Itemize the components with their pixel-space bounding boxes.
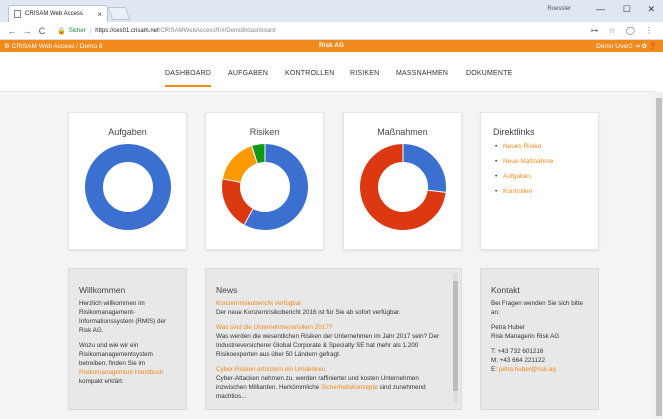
link-neue-massnahme[interactable]: Neue Maßnahme (495, 158, 553, 165)
willkommen-body: Herzlich willkommen im Risikomanagement-… (79, 299, 179, 392)
direktlinks-card: Direktlinks Neues Risiko Neue Maßnahme A… (480, 112, 599, 250)
kontakt-role: Risk Managerin Risk AG (491, 333, 560, 340)
app-header-bar: ⚙ CRISAM Web Access / Demo 8 Risk AG Dem… (0, 40, 663, 52)
nav-kontrollen[interactable]: KONTROLLEN (285, 70, 334, 77)
link-kontrollen[interactable]: Kontrollen (495, 188, 553, 195)
handbook-link[interactable]: Risikomanagement Handbuch (79, 369, 163, 376)
kontakt-phone: T: +43 732 601216 (491, 348, 544, 355)
news-scrollbar[interactable] (453, 273, 458, 403)
kontakt-title: Kontakt (491, 285, 520, 295)
forward-icon[interactable]: → (21, 26, 33, 36)
news-item-text: Cyber-Attacken nehmen zu, werden raffini… (216, 374, 448, 401)
link-neues-risiko[interactable]: Neues Risiko (495, 143, 553, 150)
news-item-text: Der neue Konzernrisikobericht 2016 ist f… (216, 309, 401, 316)
kontakt-mobile: M: +43 664 221122 (491, 357, 545, 364)
main-nav: DASHBOARD AUFGABEN KONTROLLEN RISIKEN MA… (0, 52, 655, 92)
maximize-button[interactable]: ☐ (623, 4, 631, 15)
page-icon (14, 10, 21, 18)
company-name: Risk AG (318, 42, 345, 49)
risiken-title: Risiken (249, 127, 280, 137)
nav-aufgaben[interactable]: AUFGABEN (228, 70, 268, 77)
url-field[interactable]: 🔒 Sicher | https://ces01.crisam.net /CRI… (57, 27, 590, 35)
risiken-donut-chart[interactable] (219, 141, 311, 233)
browser-tab-bar: CRISAM Web Access × Roessler — ☐ ✕ (0, 0, 663, 22)
massnahmen-title: Maßnahmen (377, 127, 428, 137)
massnahmen-card[interactable]: Maßnahmen (343, 112, 462, 250)
news-title: News (216, 285, 238, 295)
news-body: Konzernrisikobericht verfügbar Der neue … (216, 299, 448, 407)
window-user-label: Roessler (547, 6, 571, 12)
email-label: E: (491, 366, 499, 373)
nav-massnahmen[interactable]: MASSNAHMEN (396, 70, 448, 77)
minimize-button[interactable]: — (596, 4, 605, 14)
tab-title: CRISAM Web Access (25, 11, 83, 17)
news-item-headline[interactable]: Konzernrisikobericht verfügbar (216, 299, 448, 308)
kontakt-name: Petra Huber (491, 324, 525, 331)
risiken-card[interactable]: Risiken (205, 112, 324, 250)
nav-dashboard[interactable]: DASHBOARD (165, 70, 212, 87)
news-panel: News Konzernrisikobericht verfügbar Der … (205, 268, 462, 410)
aufgaben-title: Aufgaben (108, 127, 147, 137)
massnahmen-donut-chart[interactable] (357, 141, 449, 233)
news-item-text: Was werden die wesentlichen Risiken der … (216, 333, 440, 358)
direktlinks-title: Direktlinks (493, 127, 535, 137)
browser-toolbar-icons[interactable]: ⊶ ☆ ◯ ⋮ (590, 26, 657, 35)
kontakt-email-link[interactable]: petra.huber@risk.ag (499, 366, 556, 373)
news-item-headline[interactable]: Cyber-Risiken erfordern ein Umdenken (216, 365, 448, 374)
handbook-text-pre: Wozu und wie wir ein Risikomanagementsys… (79, 342, 153, 367)
willkommen-title: Willkommen (79, 285, 126, 295)
secure-label: Sicher (68, 27, 86, 34)
news-scrollbar-thumb[interactable] (453, 281, 458, 391)
link-aufgaben[interactable]: Aufgaben (495, 173, 553, 180)
aufgaben-donut-chart[interactable] (82, 141, 174, 233)
url-path: /CRISAMWebAccessR/#/Demo8/dashboard (158, 27, 276, 34)
url-separator: | (89, 27, 92, 34)
back-icon[interactable]: ← (6, 26, 18, 36)
willkommen-panel: Willkommen Herzlich willkommen im Risiko… (68, 268, 187, 410)
browser-tab[interactable]: CRISAM Web Access × (8, 5, 108, 22)
kontakt-intro: Bei Fragen wenden Sie sich bitte an: (491, 300, 584, 316)
kontakt-panel: Kontakt Bei Fragen wenden Sie sich bitte… (480, 268, 599, 410)
kontakt-email-row: E: petra.huber@risk.ag (491, 365, 591, 374)
reload-icon[interactable]: C (36, 26, 48, 36)
willkommen-handbook-text: Wozu und wie wir ein Risikomanagementsys… (79, 341, 179, 386)
willkommen-intro: Herzlich willkommen im Risikomanagement-… (79, 300, 167, 334)
direktlinks-list: Neues Risiko Neue Maßnahme Aufgaben Kont… (495, 143, 553, 203)
url-host: https://ces01.crisam.net (95, 27, 159, 34)
sicherheitskonzepte-link[interactable]: Sicherheitskonzepte (321, 384, 378, 391)
aufgaben-card[interactable]: Aufgaben (68, 112, 187, 250)
nav-dokumente[interactable]: DOKUMENTE (466, 70, 513, 77)
user-menu[interactable]: Demo User2 ⇥ ✿ ❓ (596, 42, 657, 50)
nav-risiken[interactable]: RISIKEN (350, 70, 379, 77)
aufgaben-slice[interactable] (85, 144, 171, 230)
scrollbar-thumb[interactable] (656, 98, 662, 416)
lock-icon: 🔒 (57, 27, 66, 35)
news-item-headline[interactable]: Was sind die Unternehmensrisiken 2017? (216, 323, 448, 332)
close-window-button[interactable]: ✕ (647, 4, 655, 15)
kontakt-body: Bei Fragen wenden Sie sich bitte an: Pet… (491, 299, 591, 374)
handbook-text-post: kompakt erklärt. (79, 378, 124, 385)
address-bar: ← → C 🔒 Sicher | https://ces01.crisam.ne… (0, 22, 663, 40)
page-scrollbar[interactable] (655, 92, 663, 419)
tab-close-icon[interactable]: × (97, 10, 102, 19)
new-tab-button[interactable] (107, 7, 131, 20)
